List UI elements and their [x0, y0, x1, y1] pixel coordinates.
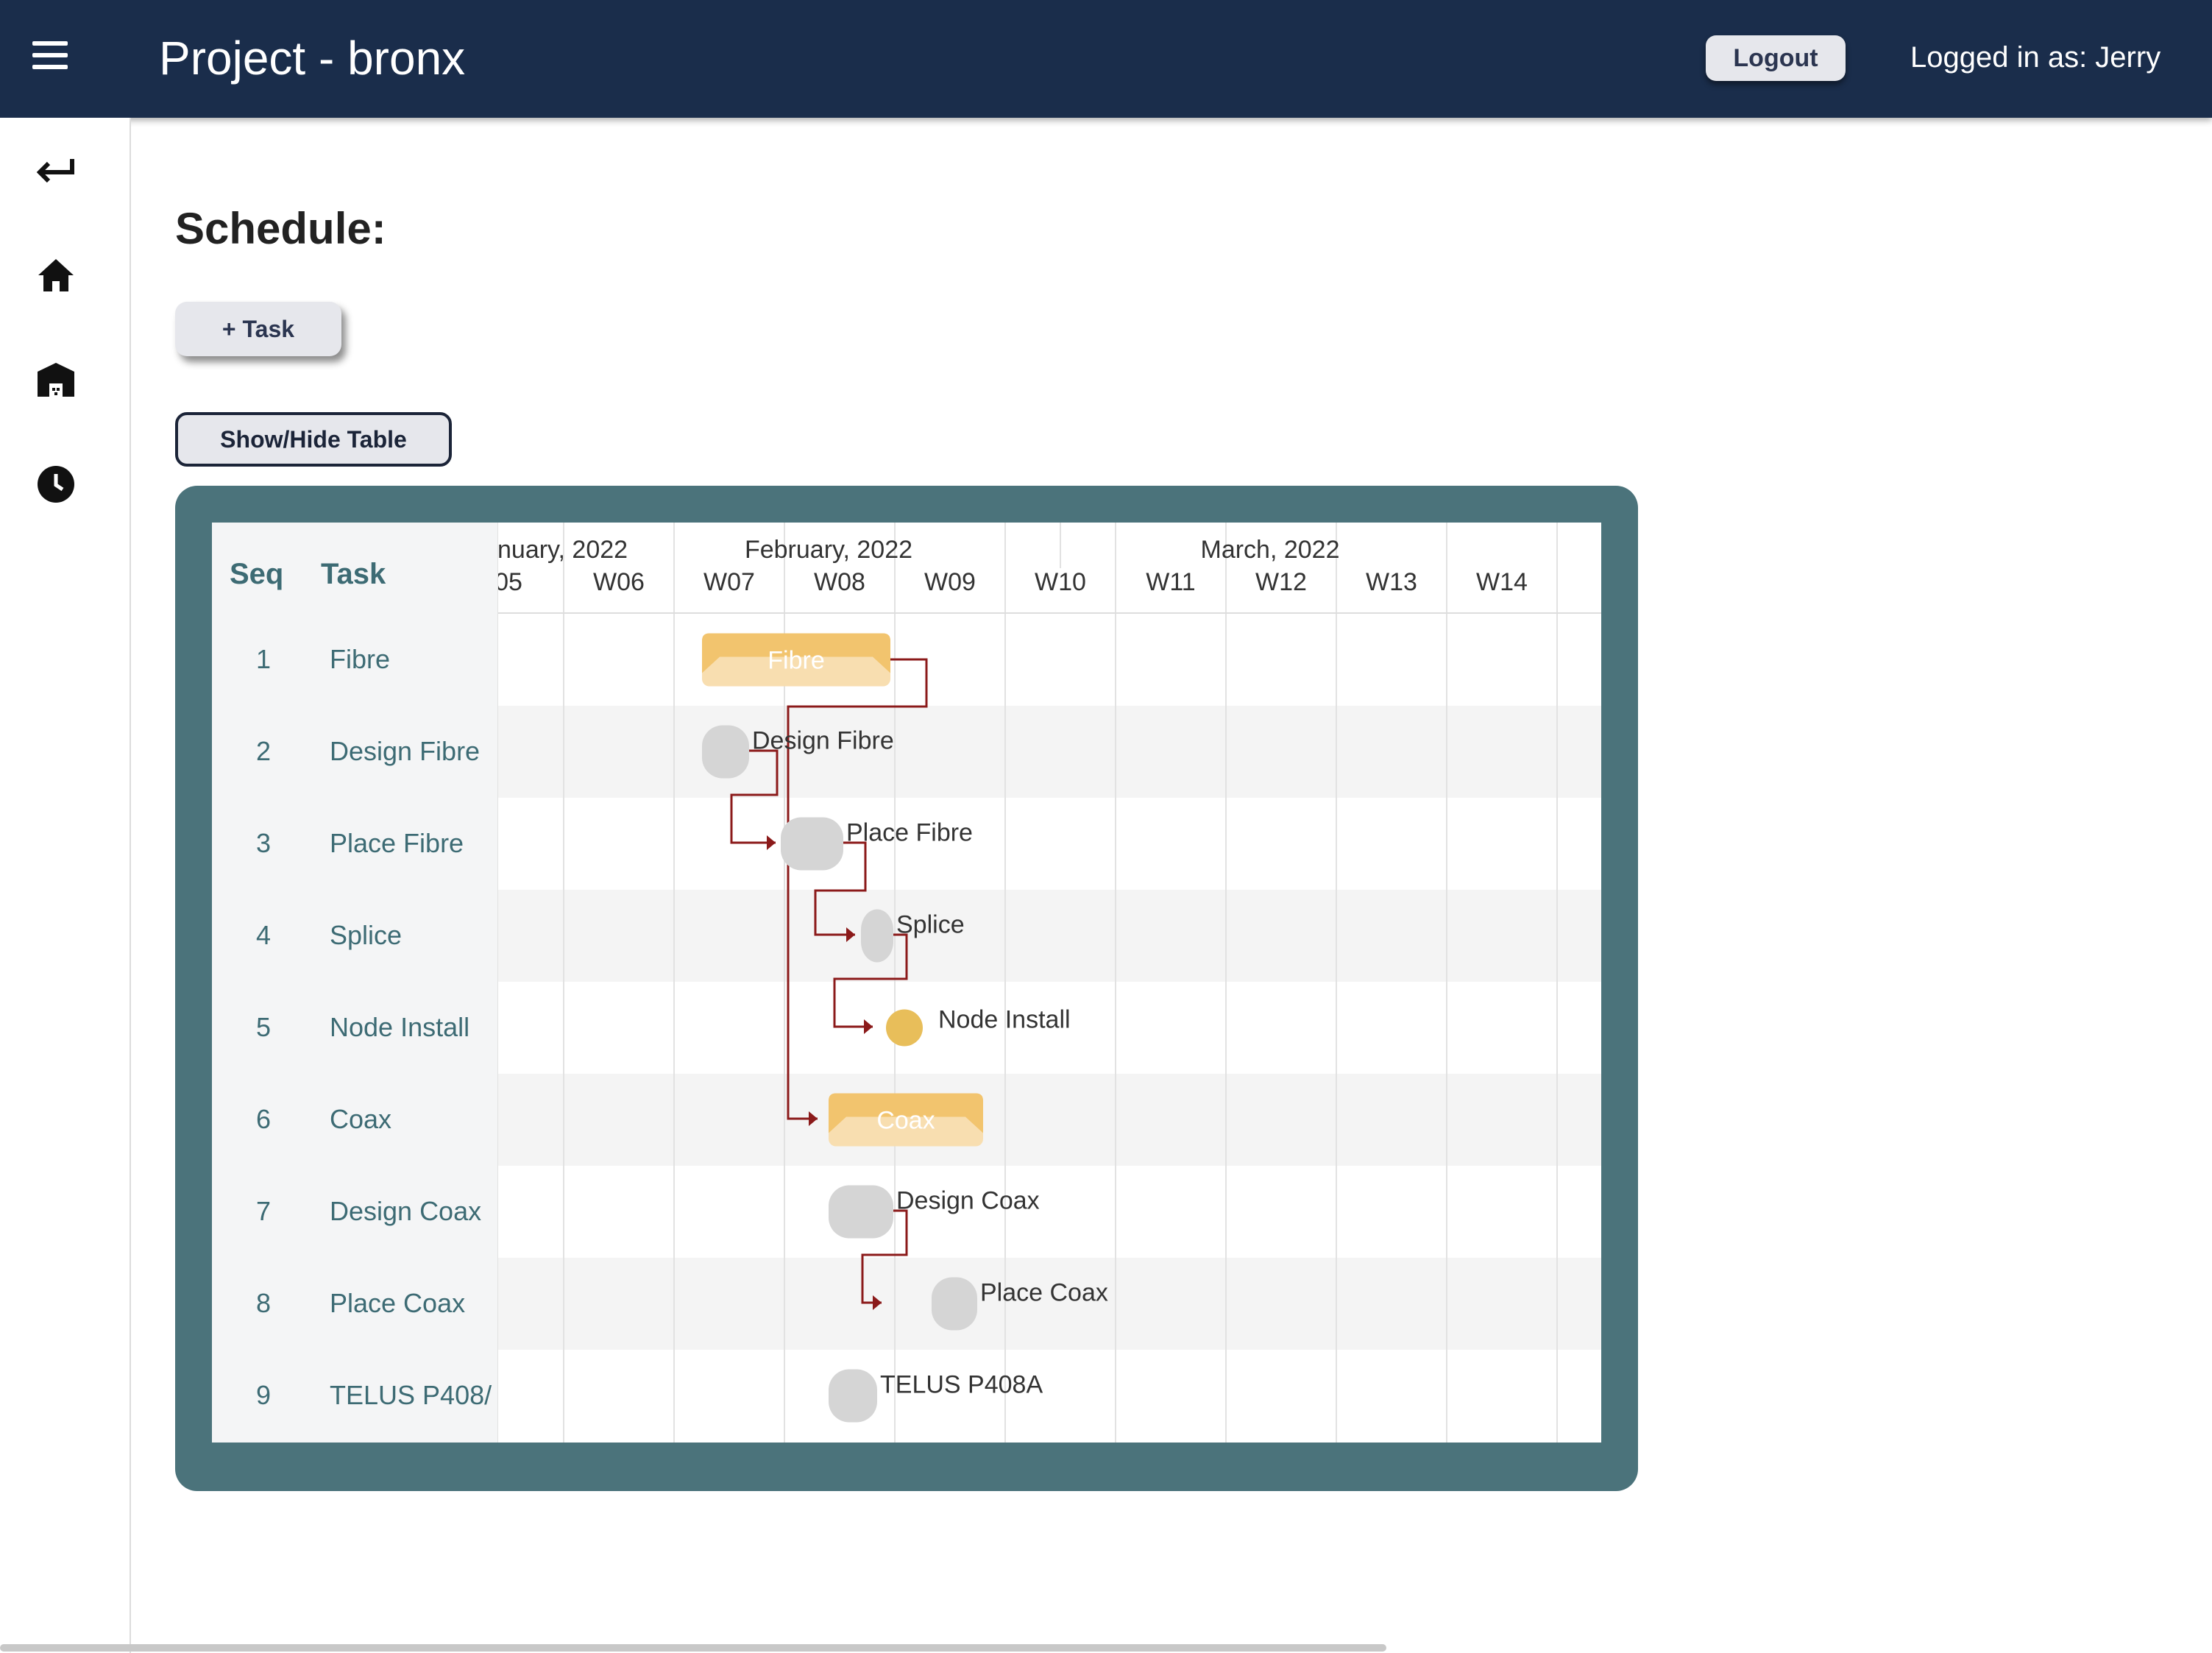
row-seq-3: 3 — [255, 827, 272, 858]
task-bar-label-9: TELUS P408A — [880, 1371, 1043, 1399]
timeline-row-4 — [497, 890, 1601, 982]
row-seq-6: 6 — [255, 1103, 272, 1134]
top-bar: Project - bronx Logout Logged in as: Jer… — [0, 0, 2212, 118]
task-bar-label-2: Design Fibre — [752, 727, 894, 755]
logout-button[interactable]: Logout — [1706, 35, 1846, 81]
timeline-row-6 — [497, 1074, 1601, 1166]
week-label-W09: W09 — [924, 568, 976, 596]
row-seq-9: 9 — [255, 1379, 272, 1410]
week-label-W06: W06 — [593, 568, 645, 596]
row-task-name-3[interactable]: Place Fibre — [330, 828, 497, 859]
month-label-1: February, 2022 — [745, 536, 912, 564]
task-bar-label-3: Place Fibre — [846, 819, 973, 847]
row-seq-7: 7 — [255, 1195, 272, 1226]
week-label-W11: W11 — [1146, 568, 1195, 596]
task-column-header[interactable]: Task — [321, 558, 386, 591]
week-label-05: 05 — [497, 568, 522, 596]
row-task-name-2[interactable]: Design Fibre — [330, 736, 497, 767]
month-label-2: March, 2022 — [1201, 536, 1340, 564]
gantt-timeline: 05 W06 W07 W08 W09 W10 W11 W12 W13 W14 nuary, 2022… — [497, 523, 1601, 1443]
task-bar-9[interactable] — [829, 1369, 877, 1423]
seq-column-header[interactable]: Seq — [230, 558, 283, 591]
week-label-W10: W10 — [1035, 568, 1086, 596]
building-icon[interactable] — [29, 353, 82, 406]
add-task-button[interactable]: + Task — [175, 302, 341, 356]
week-label-W08: W08 — [814, 568, 865, 596]
hamburger-menu-icon[interactable] — [32, 41, 79, 78]
row-task-name-9[interactable]: TELUS P408/ — [330, 1380, 497, 1411]
home-icon[interactable] — [29, 249, 82, 302]
task-bar-8[interactable] — [932, 1277, 977, 1331]
schedule-heading: Schedule: — [175, 204, 386, 253]
logged-in-user-label: Logged in as: Jerry — [1910, 41, 2161, 74]
row-task-name-4[interactable]: Splice — [330, 920, 497, 951]
gantt-chart: Seq Task 1 Fibre 2 Design Fibre 3 Place Fibre… — [212, 523, 1601, 1443]
timeline-row-3 — [497, 798, 1601, 890]
row-seq-1: 1 — [255, 643, 272, 674]
timeline-row-1 — [497, 614, 1601, 706]
row-seq-4: 4 — [255, 919, 272, 950]
row-seq-8: 8 — [255, 1287, 272, 1318]
back-arrow-icon[interactable] — [29, 144, 82, 197]
week-label-W13: W13 — [1366, 568, 1417, 596]
row-task-name-5[interactable]: Node Install — [330, 1012, 497, 1043]
row-seq-2: 2 — [255, 735, 272, 766]
week-label-W12: W12 — [1255, 568, 1307, 596]
horizontal-scrollbar[interactable] — [0, 1644, 1386, 1652]
task-bar-2[interactable] — [702, 725, 749, 779]
sidebar — [0, 118, 131, 1653]
app-page: Project - bronx Logout Logged in as: Jer… — [0, 0, 2212, 1653]
task-bar-4[interactable] — [861, 909, 893, 963]
row-task-name-6[interactable]: Coax — [330, 1104, 497, 1135]
month-label-0: nuary, 2022 — [497, 536, 628, 564]
row-task-name-1[interactable]: Fibre — [330, 644, 497, 675]
task-bar-label-7: Design Coax — [896, 1187, 1040, 1215]
row-seq-5: 5 — [255, 1011, 272, 1042]
task-bar-label-8: Place Coax — [980, 1279, 1108, 1307]
timeline-row-9 — [497, 1350, 1601, 1442]
task-bar-7[interactable] — [829, 1185, 893, 1239]
clock-icon[interactable] — [29, 458, 82, 511]
summary-bar-label-1: Fibre — [768, 647, 824, 675]
project-title: Project - bronx — [159, 32, 466, 85]
task-bar-3[interactable] — [781, 817, 843, 871]
show-hide-table-button[interactable]: Show/Hide Table — [175, 412, 452, 467]
task-bar-label-4: Splice — [896, 911, 965, 939]
week-label-W14: W14 — [1476, 568, 1528, 596]
gantt-panel: Seq Task 1 Fibre 2 Design Fibre 3 Place Fibre… — [175, 486, 1638, 1491]
row-task-name-8[interactable]: Place Coax — [330, 1288, 497, 1319]
timeline-row-2 — [497, 706, 1601, 798]
summary-bar-label-6: Coax — [876, 1107, 935, 1135]
timeline-row-7 — [497, 1166, 1601, 1258]
milestone-marker-5[interactable] — [886, 1009, 923, 1047]
week-label-W07: W07 — [703, 568, 755, 596]
row-task-name-7[interactable]: Design Coax — [330, 1196, 497, 1227]
gantt-task-table: Seq Task 1 Fibre 2 Design Fibre 3 Place Fibre… — [212, 523, 497, 1443]
milestone-label-5: Node Install — [938, 1006, 1071, 1034]
